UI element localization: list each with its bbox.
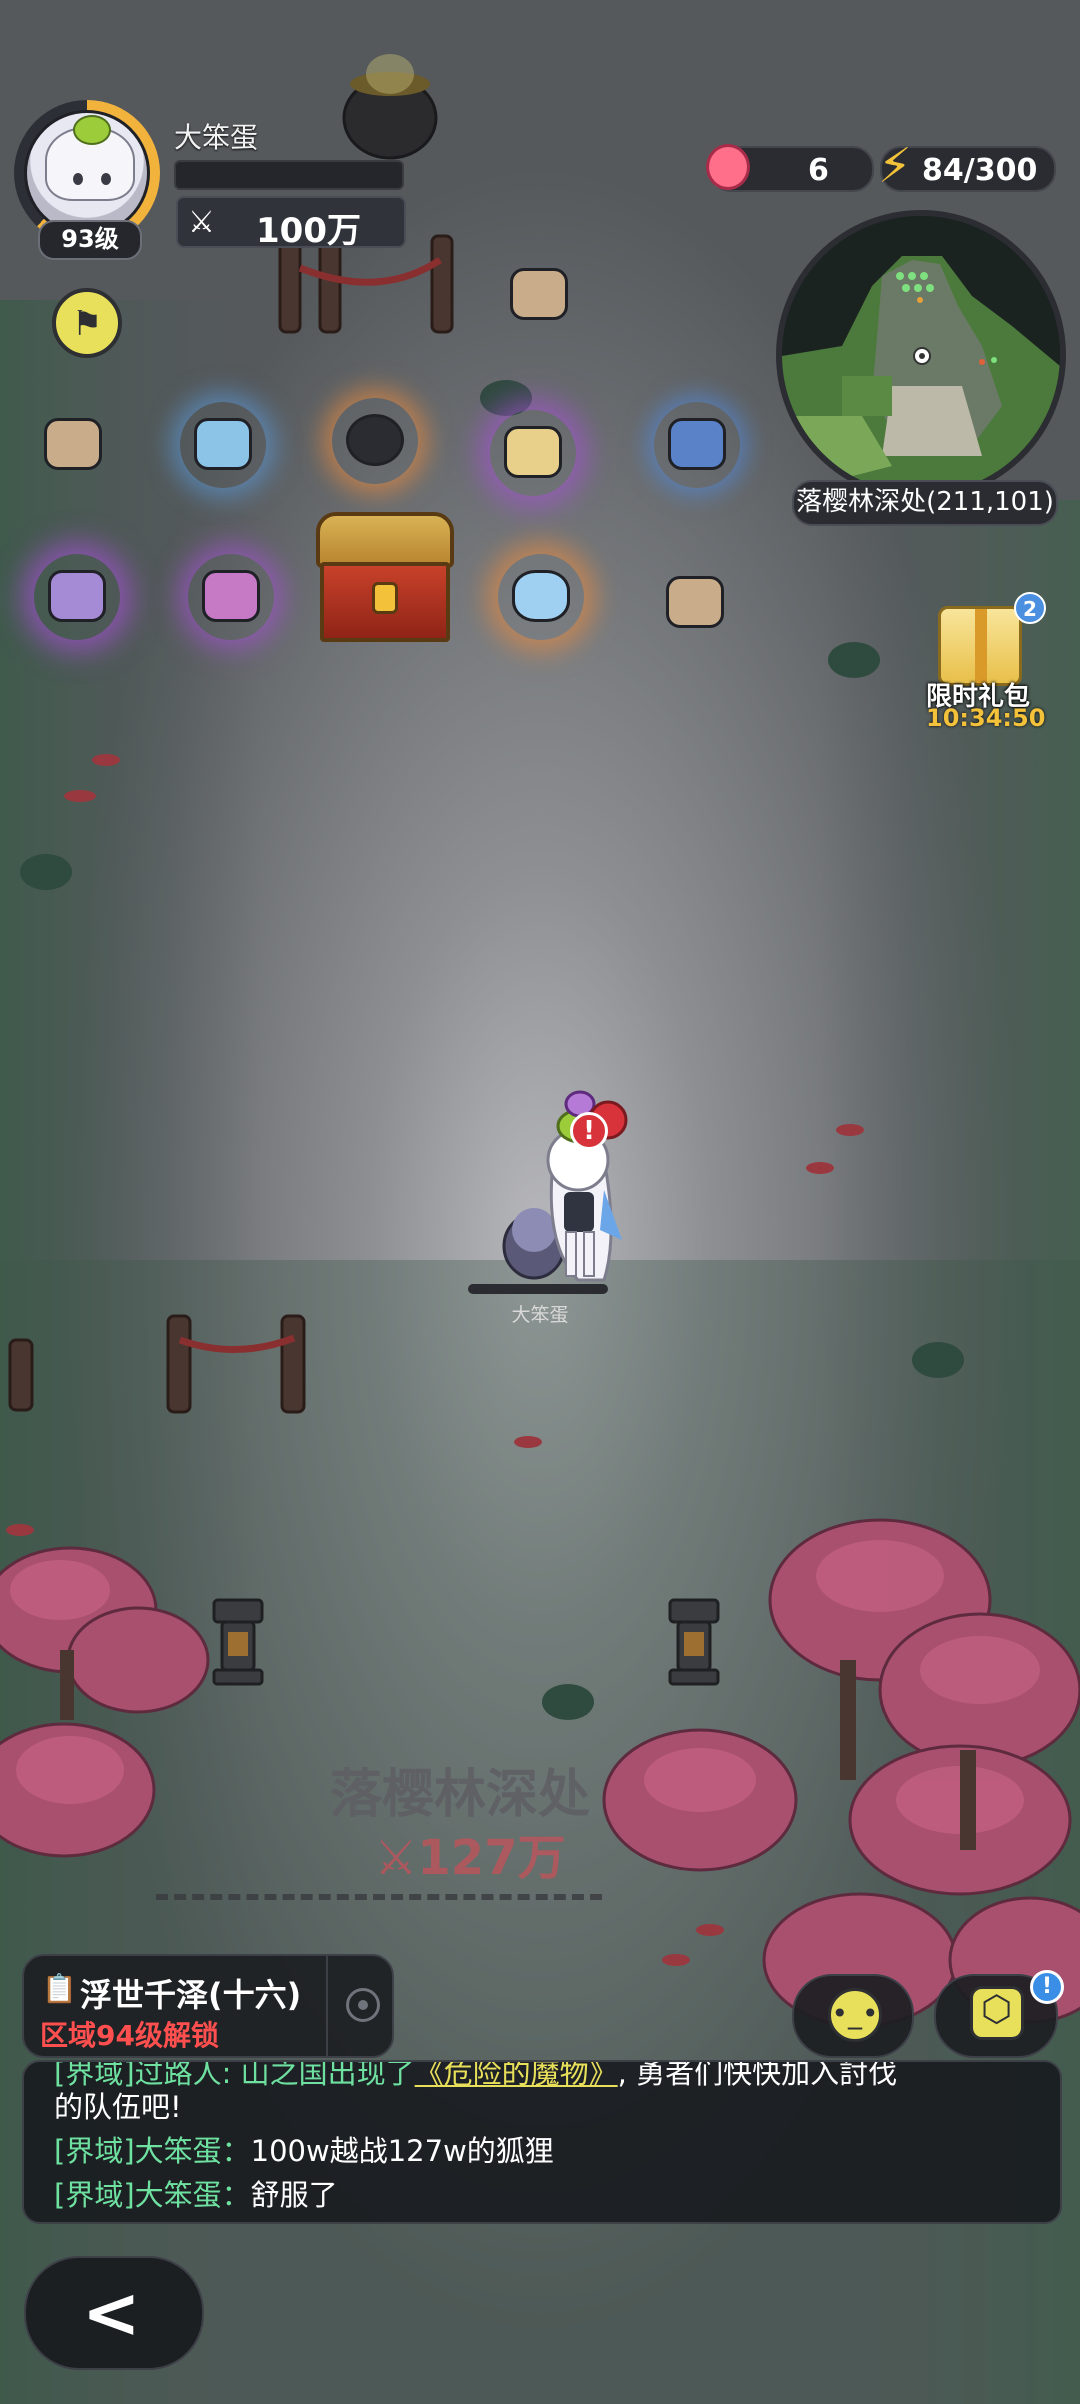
loot-blue-pouch[interactable] <box>180 402 266 488</box>
quest-lock-text: 区域94级解锁 <box>40 2019 219 2052</box>
player-character[interactable] <box>500 1080 640 1300</box>
loot-purple-card[interactable] <box>34 554 120 640</box>
character-sprite <box>502 1090 628 1282</box>
alert-icon[interactable]: ! <box>570 1112 608 1150</box>
chat-partial-link[interactable]: 《危险的魔物》 <box>415 2062 618 2090</box>
energy-counter[interactable]: ⚡ 84/300 <box>878 138 1056 194</box>
zone-power-value: 127万 <box>417 1830 566 1886</box>
quest-card[interactable]: 📋 浮世千泽(十六) 区域94级解锁 <box>22 1954 394 2058</box>
clipboard-icon: 📋 <box>42 1972 77 2005</box>
level-badge: 93级 <box>38 220 142 260</box>
zone-title: 落樱林深处 <box>329 1765 590 1825</box>
zone-power: ⚔127万 <box>360 1818 580 1888</box>
info-badge: ! <box>1030 1970 1064 2004</box>
power-value: 100万 <box>256 211 361 251</box>
quest-title: 浮世千泽(十六) <box>80 1976 302 2014</box>
chat-tag: [界域]大笨蛋： <box>54 2178 251 2212</box>
zone-power-icon: ⚔ <box>374 1830 418 1886</box>
chat-panel[interactable]: [界域]过路人: 山之国出现了《危险的魔物》, 勇者们快快加入討伐 的队伍吧! … <box>22 2060 1062 2224</box>
locate-icon[interactable] <box>346 1988 380 2022</box>
loot-blue-card[interactable] <box>654 402 740 488</box>
loot-ice-crystal[interactable] <box>498 554 584 640</box>
flag-icon: ⚑ <box>72 304 103 344</box>
loot-gold-ore[interactable] <box>490 410 576 496</box>
energy-value: 84/300 <box>922 153 1038 188</box>
loot-crystal-bag-3[interactable] <box>652 560 738 646</box>
chat-line-partial-2: 的队伍吧! <box>54 2090 182 2124</box>
apple-count: 6 <box>808 153 829 188</box>
neutral-face-icon: •_• <box>828 1988 882 2042</box>
chat-tag: [界域]大笨蛋： <box>54 2134 251 2168</box>
gift-timer: 10:34:50 <box>926 704 1046 732</box>
chevron-left-icon: < <box>82 2272 141 2354</box>
chat-partial-suffix: , 勇者们快快加入討伐 <box>617 2060 898 2090</box>
treasure-chest[interactable] <box>316 512 454 642</box>
cube-icon <box>970 1986 1024 2040</box>
minimap[interactable] <box>776 210 1066 500</box>
player-name: 大笨蛋 <box>174 121 259 154</box>
apple-icon <box>706 144 750 190</box>
crossed-swords-icon: ⚔ <box>188 205 215 240</box>
chat-text: 100w越战127w的狐狸 <box>250 2134 554 2168</box>
quest-divider <box>326 1956 328 2056</box>
minimap-location-label: 落樱林深处(211,101) <box>792 480 1058 526</box>
minimap-terrain <box>782 216 1060 494</box>
emoji-button[interactable]: •_• <box>792 1974 914 2058</box>
exp-bar <box>174 160 404 190</box>
lightning-icon: ⚡ <box>878 138 912 194</box>
chat-text: 舒服了 <box>250 2178 338 2212</box>
character-name: 大笨蛋 <box>511 1304 569 1326</box>
power-display: ⚔ 100万 <box>176 196 406 251</box>
loot-purple-pouch[interactable] <box>188 554 274 640</box>
avatar-portrait <box>24 110 150 236</box>
loot-crystal-bag-2[interactable] <box>496 252 582 338</box>
zone-dashed-line <box>156 1894 602 1900</box>
loot-dark-disc[interactable] <box>332 398 418 484</box>
apple-counter[interactable]: 6 <box>706 144 874 192</box>
chat-line: [界域]大笨蛋：舒服了 <box>54 2172 338 2214</box>
flag-button[interactable]: ⚑ <box>52 288 122 358</box>
gift-icon <box>938 606 1022 686</box>
loot-crystal-bag-1[interactable] <box>30 402 116 488</box>
limited-gift-button[interactable]: 2 限时礼包 10:34:50 <box>918 592 1046 732</box>
gift-badge: 2 <box>1014 592 1046 624</box>
chat-line: [界域]大笨蛋：100w越战127w的狐狸 <box>54 2128 554 2170</box>
character-bar <box>468 1284 608 1294</box>
back-button[interactable]: < <box>24 2256 204 2370</box>
